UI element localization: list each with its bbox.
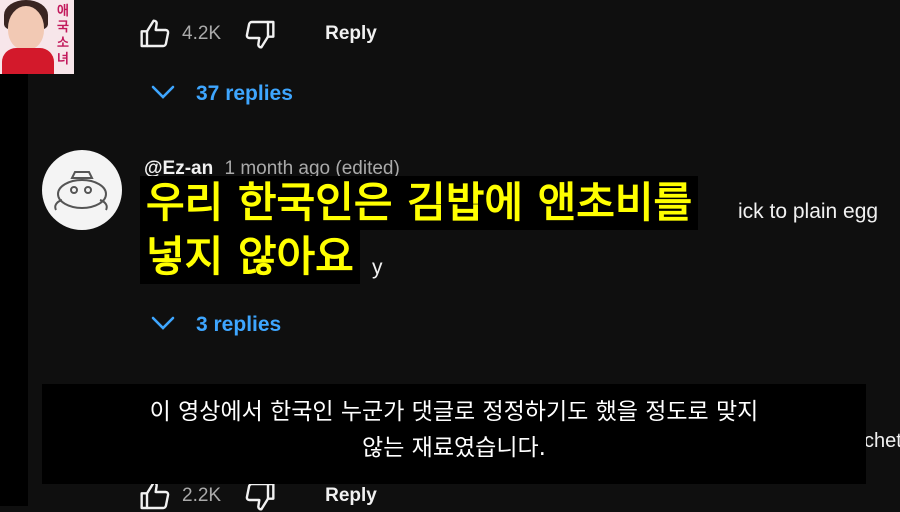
bottom-comment-actions: 2.2K Reply: [138, 480, 377, 512]
replies-count-label: 37 replies: [196, 82, 293, 105]
subtitle-line: 이 영상에서 한국인 누군가 댓글로 정정하기도 했을 정도로 맞지: [149, 399, 759, 425]
thumbs-down-icon[interactable]: [243, 18, 277, 50]
subtitle-box: 이 영상에서 한국인 누군가 댓글로 정정하기도 했을 정도로 맞지 않는 재료…: [42, 384, 866, 484]
subtitle-line: 않는 재료였습니다.: [362, 435, 546, 461]
comment-replies-toggle[interactable]: 3 replies: [150, 313, 281, 337]
avatar[interactable]: [42, 150, 122, 230]
thumbs-up-icon[interactable]: [138, 480, 172, 512]
reply-button[interactable]: Reply: [325, 485, 377, 507]
comment-text-fragment: chet: [864, 430, 900, 452]
like-count: 4.2K: [182, 23, 222, 44]
overlay-caption-line: 넣지 않아요: [140, 230, 360, 284]
overlay-caption: 우리 한국인은 김밥에 앤초비를 넣지 않아요: [140, 176, 699, 284]
chevron-down-icon: [150, 313, 196, 337]
logo-face: [8, 6, 44, 50]
logo-shirt: [2, 48, 54, 74]
overlay-caption-line: 우리 한국인은 김밥에 앤초비를: [140, 176, 699, 230]
like-count: 2.2K: [182, 485, 222, 506]
channel-logo: 애국소녀: [0, 0, 74, 74]
reply-button[interactable]: Reply: [325, 23, 377, 45]
left-black-bar: [0, 0, 28, 506]
comment-text-fragment: ick to plain egg: [738, 200, 879, 223]
chevron-down-icon: [150, 82, 196, 106]
thumbs-up-icon[interactable]: [138, 18, 172, 50]
top-comment-actions: 4.2K Reply: [138, 18, 377, 50]
top-replies-toggle[interactable]: 37 replies: [150, 82, 293, 106]
replies-count-label: 3 replies: [196, 313, 282, 336]
logo-text: 애국소녀: [57, 4, 69, 67]
thumbs-down-icon[interactable]: [243, 480, 277, 512]
